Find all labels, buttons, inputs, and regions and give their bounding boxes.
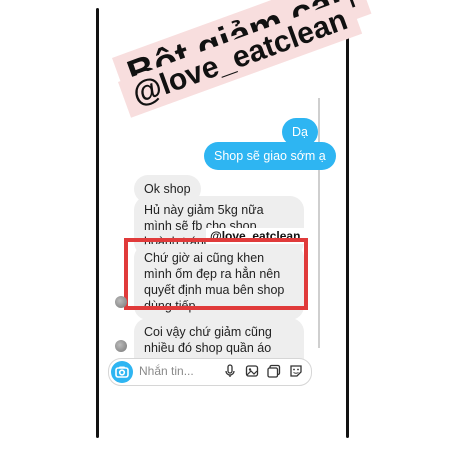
avatar[interactable]: [115, 340, 127, 352]
microphone-icon[interactable]: [223, 364, 237, 378]
sticker-icon[interactable]: [289, 364, 303, 378]
gallery-icon[interactable]: [267, 364, 281, 378]
avatar[interactable]: [115, 296, 127, 308]
frame-edge-right: [346, 8, 349, 438]
camera-icon[interactable]: [111, 361, 133, 383]
chat-scrollbar[interactable]: [318, 98, 320, 348]
frame-edge-left: [96, 8, 99, 438]
image-icon[interactable]: [245, 364, 259, 378]
story-frame: Bột giảm cân @love_eatclean Dạ Shop sẽ g…: [0, 0, 450, 450]
message-input[interactable]: Nhắn tin...: [139, 364, 194, 378]
message-composer[interactable]: Nhắn tin...: [108, 358, 312, 386]
highlight-box: [124, 238, 308, 310]
message-bubble-outgoing[interactable]: Shop sẽ giao sớm ạ: [204, 142, 336, 170]
